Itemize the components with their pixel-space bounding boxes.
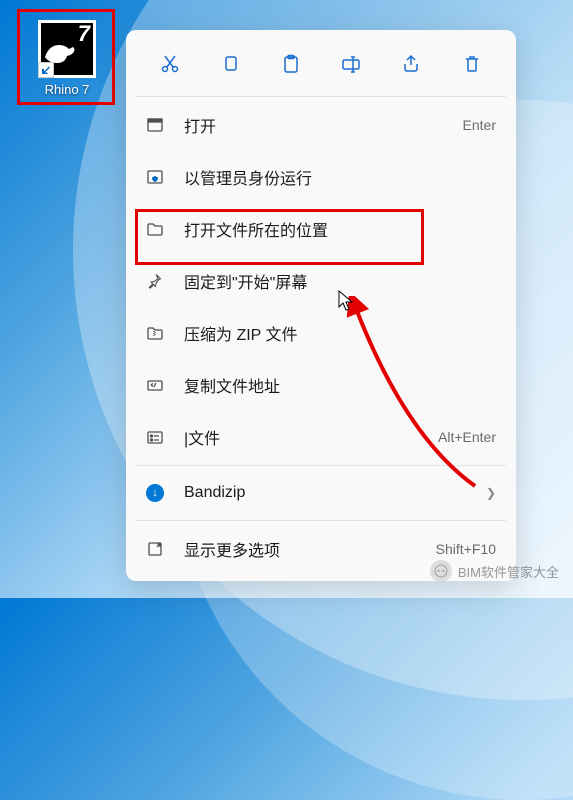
admin-icon — [144, 166, 166, 188]
shortcut-icon: 7 — [38, 20, 96, 78]
menu-item-open-location[interactable]: 打开文件所在的位置 — [126, 203, 516, 255]
shortcut-label: Rhino 7 — [28, 82, 106, 97]
watermark: BIM软件管家大全 — [430, 560, 559, 582]
menu-shortcut: Alt+Enter — [438, 429, 496, 445]
chevron-right-icon: ❯ — [486, 486, 496, 500]
folder-icon — [144, 218, 166, 240]
menu-item-compress[interactable]: 压缩为 ZIP 文件 — [126, 307, 516, 359]
properties-icon — [144, 426, 166, 448]
menu-item-open[interactable]: 打开 Enter — [126, 99, 516, 151]
rename-button[interactable] — [331, 46, 371, 82]
menu-label: 复制文件地址 — [184, 373, 496, 397]
separator — [136, 96, 506, 97]
context-menu: 打开 Enter 以管理员身份运行 打开文件所在的位置 固定到"开始"屏幕 压缩… — [126, 30, 516, 581]
menu-label: |文件 — [184, 425, 438, 449]
menu-shortcut: Shift+F10 — [436, 541, 496, 557]
menu-label: 显示更多选项 — [184, 537, 436, 561]
menu-label: 压缩为 ZIP 文件 — [184, 321, 496, 345]
share-button[interactable] — [391, 46, 431, 82]
menu-item-copy-path[interactable]: 复制文件地址 — [126, 359, 516, 411]
desktop-shortcut[interactable]: 7 Rhino 7 — [28, 20, 106, 97]
separator — [136, 465, 506, 466]
menu-item-run-admin[interactable]: 以管理员身份运行 — [126, 151, 516, 203]
menu-label: 打开文件所在的位置 — [184, 217, 496, 241]
paste-button[interactable] — [271, 46, 311, 82]
menu-item-pin-start[interactable]: 固定到"开始"屏幕 — [126, 255, 516, 307]
watermark-text: BIM软件管家大全 — [458, 562, 559, 581]
separator — [136, 520, 506, 521]
menu-item-bandizip[interactable]: ↓ Bandizip ❯ — [126, 468, 516, 518]
menu-label: 固定到"开始"屏幕 — [184, 269, 496, 293]
shortcut-arrow-overlay — [38, 62, 54, 78]
open-icon — [144, 114, 166, 136]
more-icon — [144, 538, 166, 560]
cut-button[interactable] — [150, 46, 190, 82]
menu-item-properties[interactable]: |文件 Alt+Enter — [126, 411, 516, 463]
menu-label: Bandizip — [184, 484, 480, 502]
delete-button[interactable] — [452, 46, 492, 82]
menu-label: 以管理员身份运行 — [184, 165, 496, 189]
menu-label: 打开 — [184, 113, 463, 137]
path-icon — [144, 374, 166, 396]
watermark-icon — [430, 560, 452, 582]
bandizip-icon: ↓ — [144, 482, 166, 504]
copy-button[interactable] — [210, 46, 250, 82]
menu-shortcut: Enter — [463, 117, 496, 133]
context-toolbar — [126, 36, 516, 94]
pin-icon — [144, 270, 166, 292]
zip-icon — [144, 322, 166, 344]
